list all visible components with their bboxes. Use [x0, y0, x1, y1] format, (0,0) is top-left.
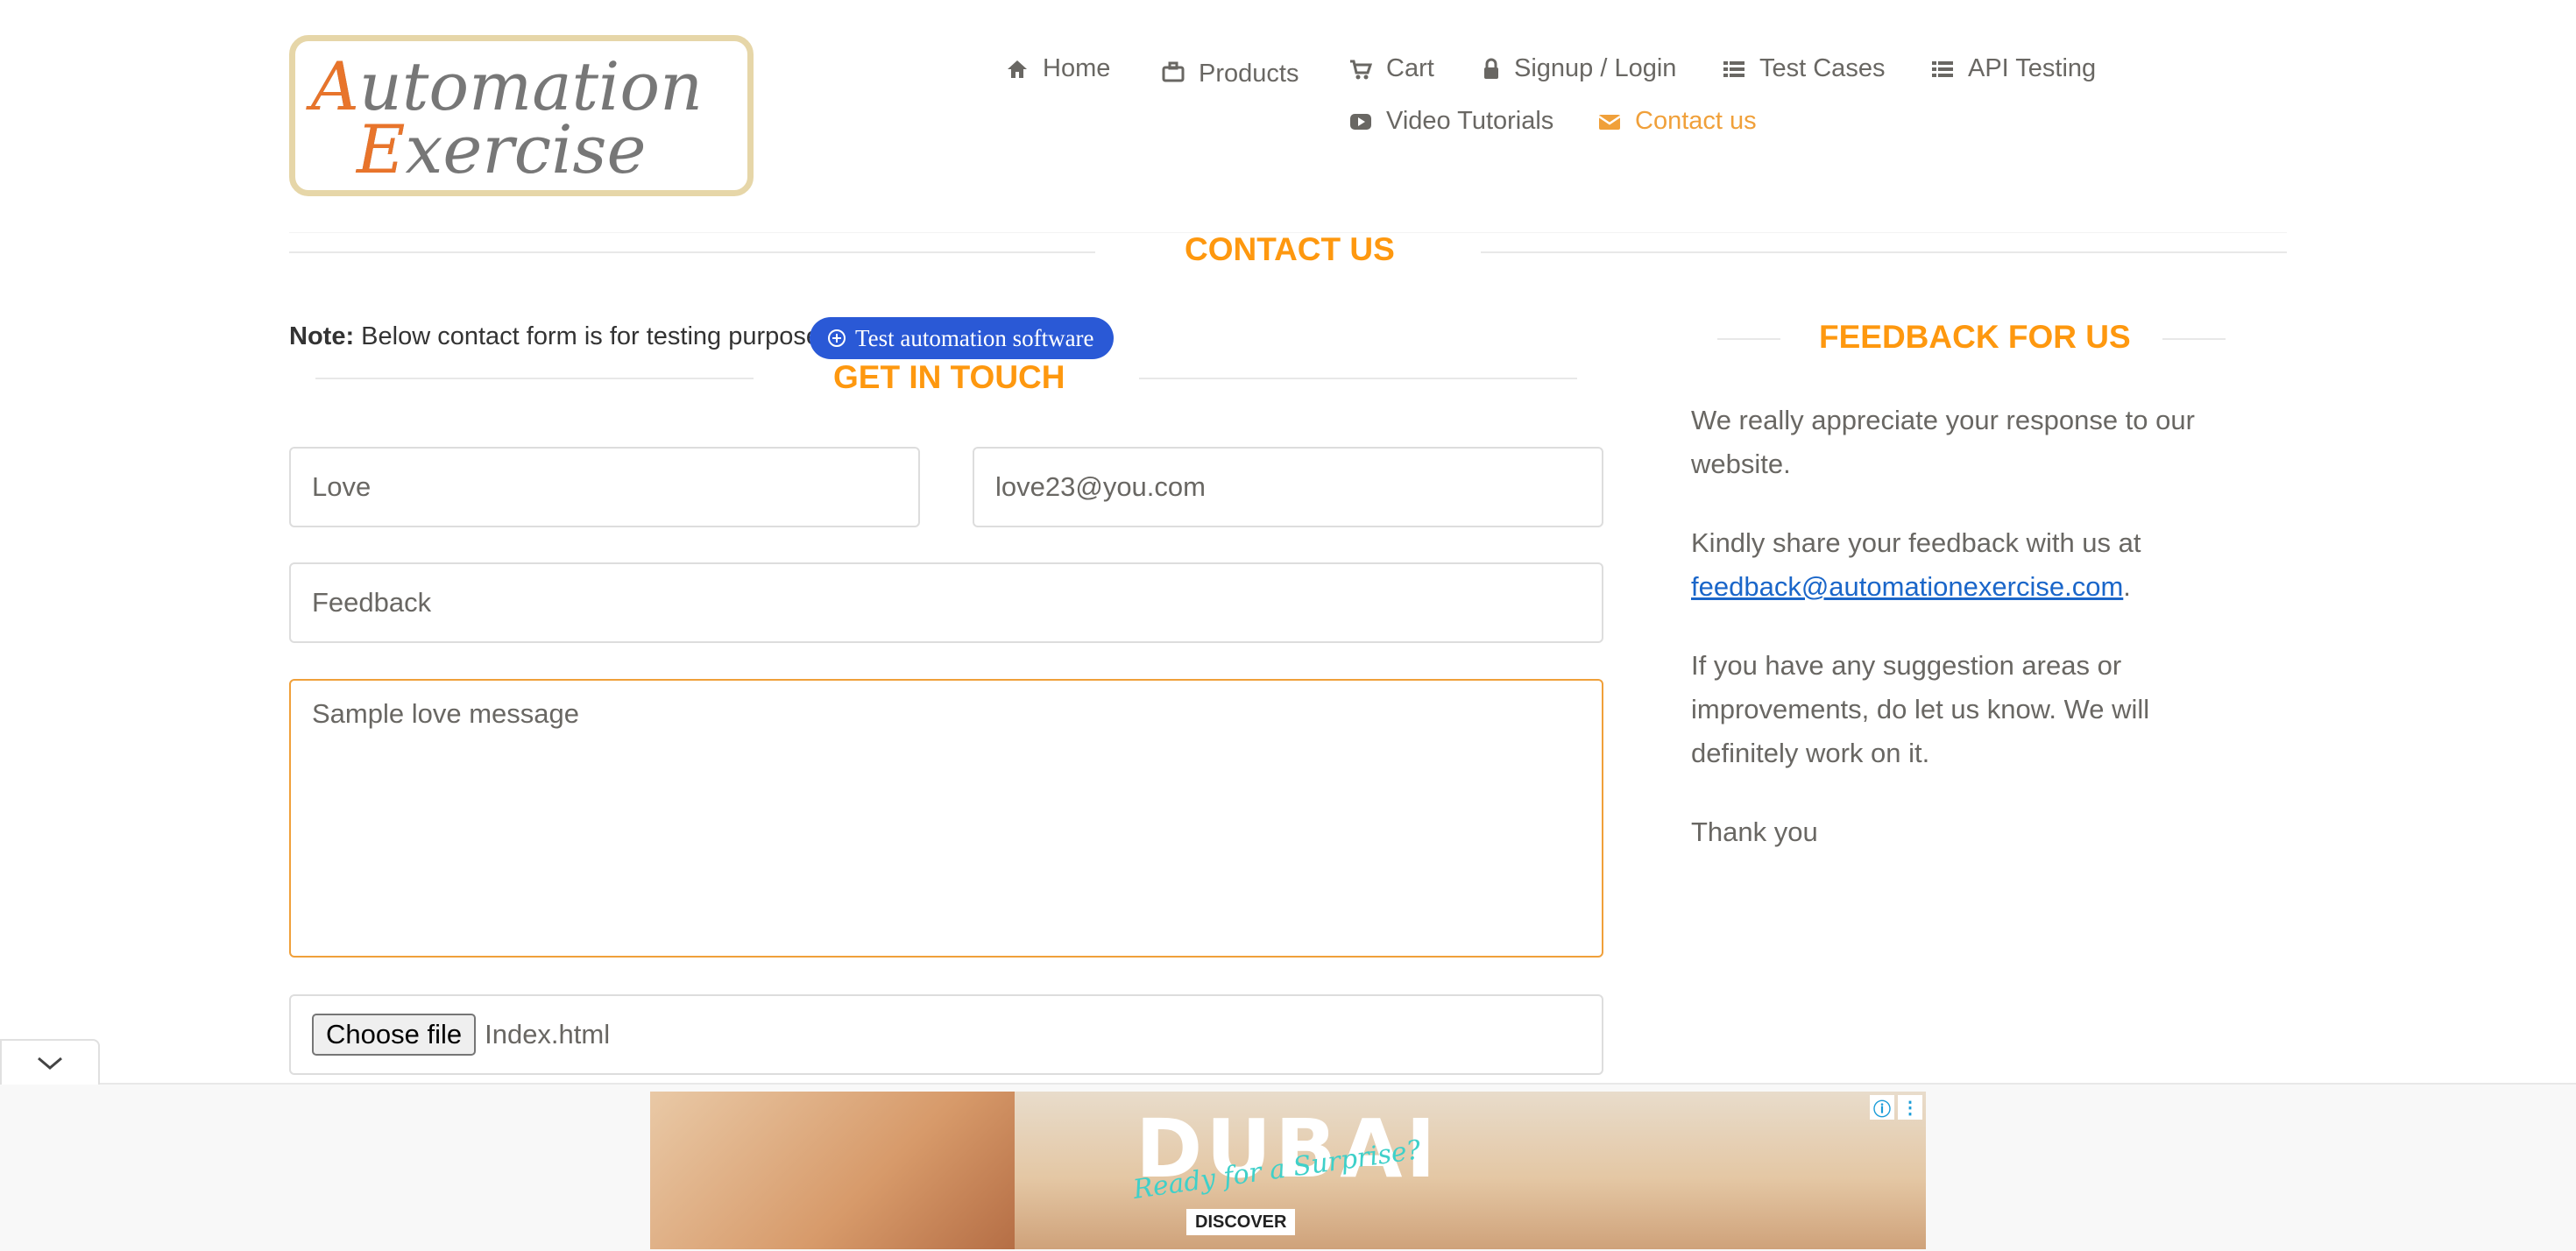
nav-home-label: Home	[1043, 54, 1111, 82]
divider	[1717, 338, 1780, 340]
envelope-icon	[1598, 114, 1621, 130]
chevron-down-icon	[38, 1057, 62, 1070]
email-value: love23@you.com	[995, 471, 1206, 502]
youtube-icon	[1350, 113, 1371, 130]
nav-test-cases[interactable]: Test Cases	[1723, 54, 1885, 83]
nav-test-cases-label: Test Cases	[1759, 54, 1886, 82]
feedback-text-3: If you have any suggestion areas or impr…	[1691, 650, 2150, 768]
nav-cart-label: Cart	[1386, 54, 1434, 82]
feedback-email-link[interactable]: feedback@automationexercise.com	[1691, 571, 2123, 602]
list-icon	[1723, 60, 1744, 77]
ad-info-icon[interactable]: ⓘ	[1870, 1095, 1894, 1120]
ad-discover-button[interactable]: DISCOVER	[1186, 1209, 1296, 1235]
feedback-heading: Feedback For Us	[1819, 319, 2131, 355]
nav-contact-us[interactable]: Contact us	[1598, 107, 1757, 136]
page-title: Contact Us	[1185, 231, 1395, 267]
feedback-text-2-suffix: .	[2123, 571, 2131, 602]
feedback-text-1: We really appreciate your response to ou…	[1691, 405, 2195, 479]
feedback-text-2: Kindly share your feedback with us at fe…	[1691, 521, 2252, 609]
ad-collapse-button[interactable]	[0, 1039, 100, 1085]
file-upload-field: Choose file Index.html	[289, 994, 1603, 1075]
email-input[interactable]: love23@you.com	[973, 447, 1603, 527]
file-name: Index.html	[485, 1019, 611, 1050]
subject-value: Feedback	[312, 587, 432, 618]
divider	[2162, 338, 2226, 340]
briefcase-icon	[1162, 61, 1185, 81]
feedback-text-2-prefix: Kindly share your feedback with us at	[1691, 527, 2141, 558]
nav-api-testing-label: API Testing	[1968, 54, 2097, 82]
feedback-text-4: Thank you	[1691, 816, 1818, 847]
divider	[1139, 378, 1577, 379]
nav-video-tutorials[interactable]: Video Tutorials	[1349, 107, 1553, 136]
nav-signup-login-label: Signup / Login	[1514, 54, 1677, 82]
message-textarea[interactable]: Sample love message	[289, 679, 1603, 958]
nav-api-testing[interactable]: API Testing	[1931, 54, 2096, 83]
ad-menu-icon[interactable]: ⋮	[1898, 1095, 1922, 1120]
svg-text:A: A	[306, 47, 359, 125]
message-value: Sample love message	[312, 698, 579, 729]
name-input[interactable]: Love	[289, 447, 920, 527]
cart-icon	[1350, 60, 1372, 79]
site-logo[interactable]: Automation Exercise A E	[289, 35, 754, 196]
note-label: Note:	[289, 322, 355, 350]
nav-signup-login[interactable]: Signup / Login	[1483, 54, 1676, 83]
lock-icon	[1484, 58, 1498, 79]
list-icon	[1932, 60, 1953, 77]
get-in-touch-heading: Get In Touch	[833, 359, 1065, 395]
home-icon	[1008, 60, 1027, 78]
plus-circle-icon	[828, 329, 846, 347]
nav-products[interactable]: Products	[1162, 54, 1299, 88]
note-text: Below contact form is for testing purpos…	[354, 322, 828, 350]
nav-cart[interactable]: Cart	[1349, 54, 1434, 83]
badge-label: Test automation software	[855, 324, 1094, 351]
name-value: Love	[312, 471, 372, 502]
nav-products-label: Products	[1199, 60, 1299, 88]
divider	[315, 378, 754, 379]
nav-video-tutorials-label: Video Tutorials	[1386, 107, 1554, 135]
svg-text:E: E	[355, 110, 405, 188]
subject-input[interactable]: Feedback	[289, 562, 1603, 643]
divider	[289, 251, 1095, 253]
ad-image-left[interactable]	[650, 1092, 1015, 1249]
ad-controls: ⓘ ⋮	[1870, 1095, 1922, 1120]
choose-file-button[interactable]: Choose file	[312, 1014, 477, 1056]
test-automation-badge[interactable]: Test automation software	[810, 317, 1114, 359]
nav-contact-us-label: Contact us	[1635, 107, 1757, 135]
form-note: Note: Below contact form is for testing …	[289, 322, 827, 351]
nav-home[interactable]: Home	[1006, 54, 1110, 83]
divider	[1481, 251, 2287, 253]
